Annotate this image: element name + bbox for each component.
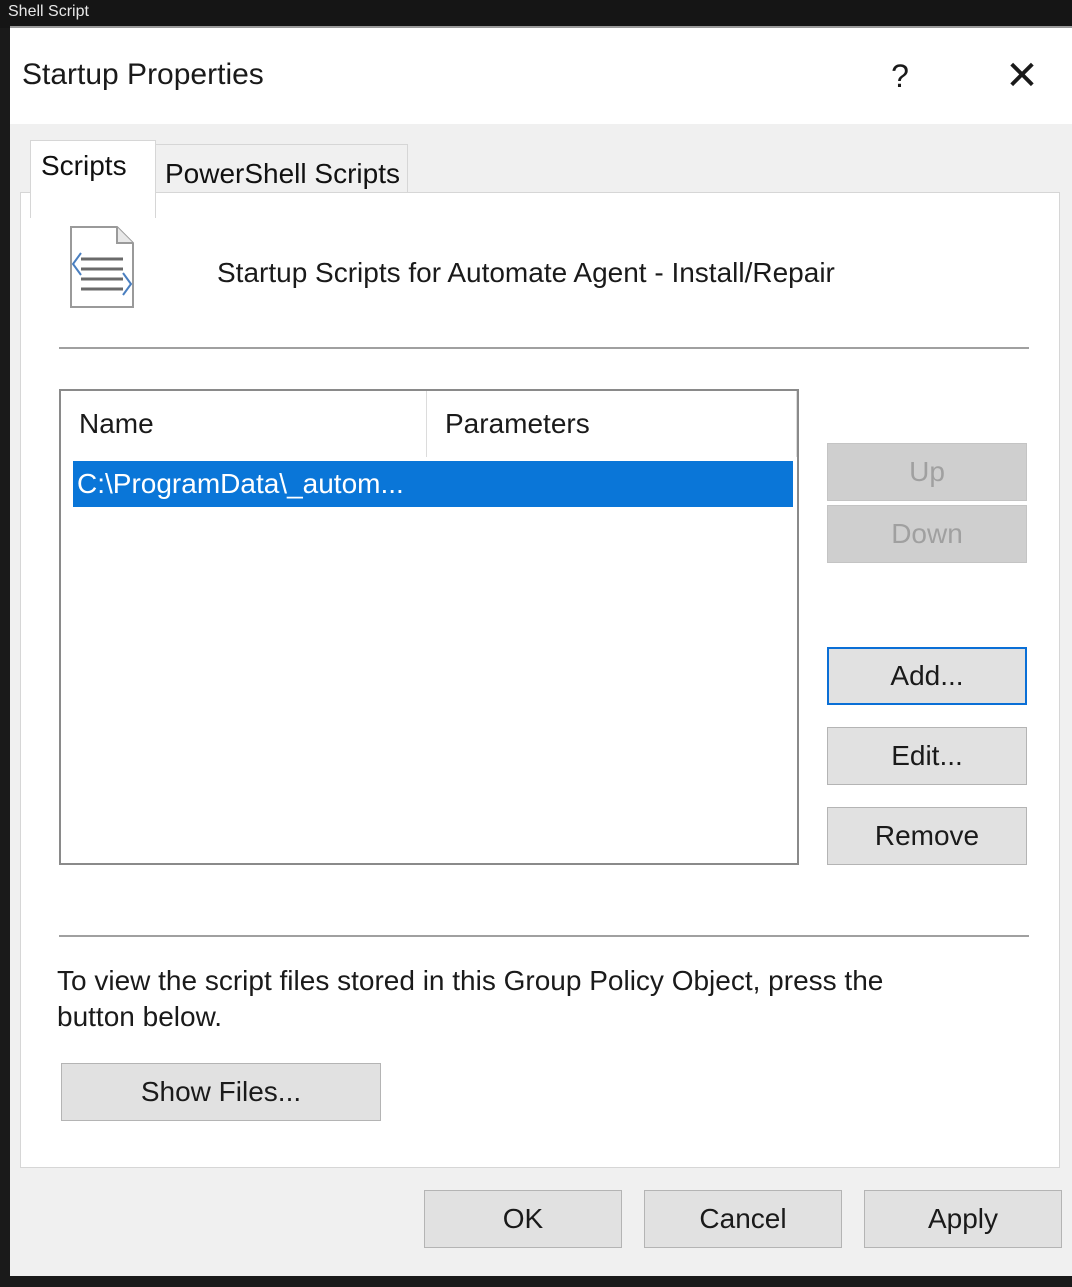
- column-header-name[interactable]: Name: [61, 391, 427, 457]
- edit-button[interactable]: Edit...: [827, 727, 1027, 785]
- background-window-strip: Shell Script: [0, 0, 1072, 28]
- dialog-titlebar: Startup Properties ? ✕: [10, 28, 1072, 124]
- down-button[interactable]: Down: [827, 505, 1027, 563]
- up-button[interactable]: Up: [827, 443, 1027, 501]
- add-button[interactable]: Add...: [827, 647, 1027, 705]
- dialog-title: Startup Properties: [22, 58, 264, 91]
- script-file-icon: [70, 226, 134, 308]
- close-icon[interactable]: ✕: [998, 52, 1046, 100]
- top-divider: [59, 347, 1029, 349]
- column-header-parameters[interactable]: Parameters: [427, 391, 797, 457]
- cancel-button[interactable]: Cancel: [644, 1190, 842, 1248]
- background-taskbar-strip: [0, 1276, 1072, 1287]
- apply-button[interactable]: Apply: [864, 1190, 1062, 1248]
- list-item[interactable]: C:\ProgramData\_autom...: [73, 461, 793, 507]
- show-files-button[interactable]: Show Files...: [61, 1063, 381, 1121]
- tab-powershell-scripts[interactable]: PowerShell Scripts: [154, 144, 408, 192]
- bottom-divider: [59, 935, 1029, 937]
- show-files-info-text: To view the script files stored in this …: [57, 965, 884, 1032]
- startup-properties-dialog: Startup Properties ? ✕ Scripts PowerShel…: [10, 26, 1072, 1278]
- scripts-tab-panel: Startup Scripts for Automate Agent - Ins…: [20, 192, 1060, 1168]
- background-window-title: Shell Script: [8, 3, 89, 20]
- remove-button[interactable]: Remove: [827, 807, 1027, 865]
- help-icon[interactable]: ?: [878, 54, 922, 98]
- scripts-list[interactable]: Name Parameters C:\ProgramData\_autom...: [59, 389, 799, 865]
- script-name-cell: C:\ProgramData\_autom...: [77, 468, 404, 499]
- tab-scripts[interactable]: Scripts: [30, 140, 156, 218]
- scripts-heading: Startup Scripts for Automate Agent - Ins…: [217, 257, 835, 288]
- ok-button[interactable]: OK: [424, 1190, 622, 1248]
